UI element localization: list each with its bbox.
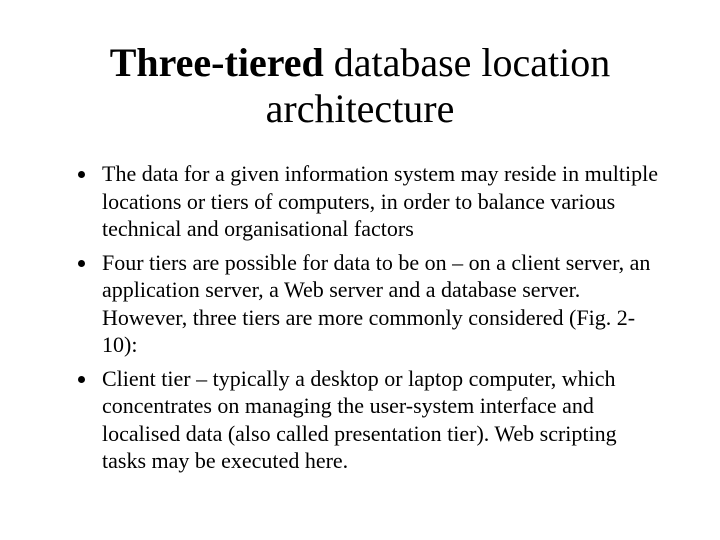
title-bold: Three-tiered [110,40,324,85]
list-item: Four tiers are possible for data to be o… [98,249,660,359]
slide-title: Three-tiered database location architect… [60,40,660,132]
list-item: Client tier – typically a desktop or lap… [98,365,660,475]
bullet-list: The data for a given information system … [60,160,660,475]
list-item: The data for a given information system … [98,160,660,243]
slide: Three-tiered database location architect… [0,0,720,540]
